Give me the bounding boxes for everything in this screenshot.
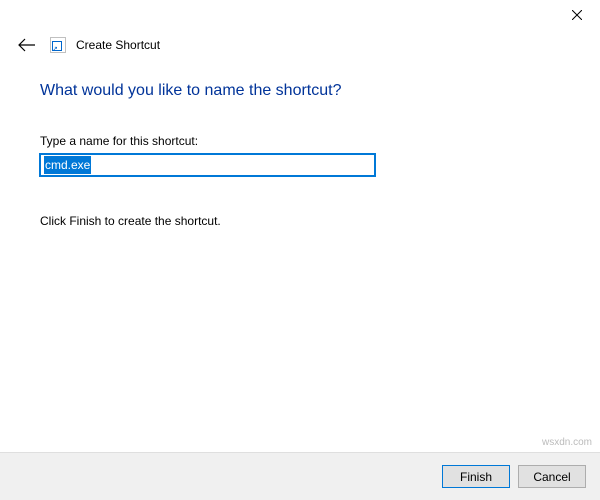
cancel-button[interactable]: Cancel xyxy=(518,465,586,488)
watermark: wsxdn.com xyxy=(542,437,592,448)
shortcut-name-input[interactable]: cmd.exe xyxy=(40,154,375,176)
back-button[interactable] xyxy=(14,36,40,54)
shortcut-icon xyxy=(50,37,66,53)
input-value: cmd.exe xyxy=(44,156,91,174)
footer: Finish Cancel xyxy=(0,452,600,500)
instruction-text: Click Finish to create the shortcut. xyxy=(40,214,560,228)
name-label: Type a name for this shortcut: xyxy=(40,134,560,148)
dialog-title: Create Shortcut xyxy=(76,38,160,52)
header: Create Shortcut xyxy=(0,30,600,54)
close-icon xyxy=(572,10,582,20)
page-heading: What would you like to name the shortcut… xyxy=(40,82,560,100)
titlebar xyxy=(0,0,600,30)
finish-button[interactable]: Finish xyxy=(442,465,510,488)
arrow-left-icon xyxy=(18,38,36,52)
close-button[interactable] xyxy=(554,0,600,30)
content-area: What would you like to name the shortcut… xyxy=(0,54,600,228)
